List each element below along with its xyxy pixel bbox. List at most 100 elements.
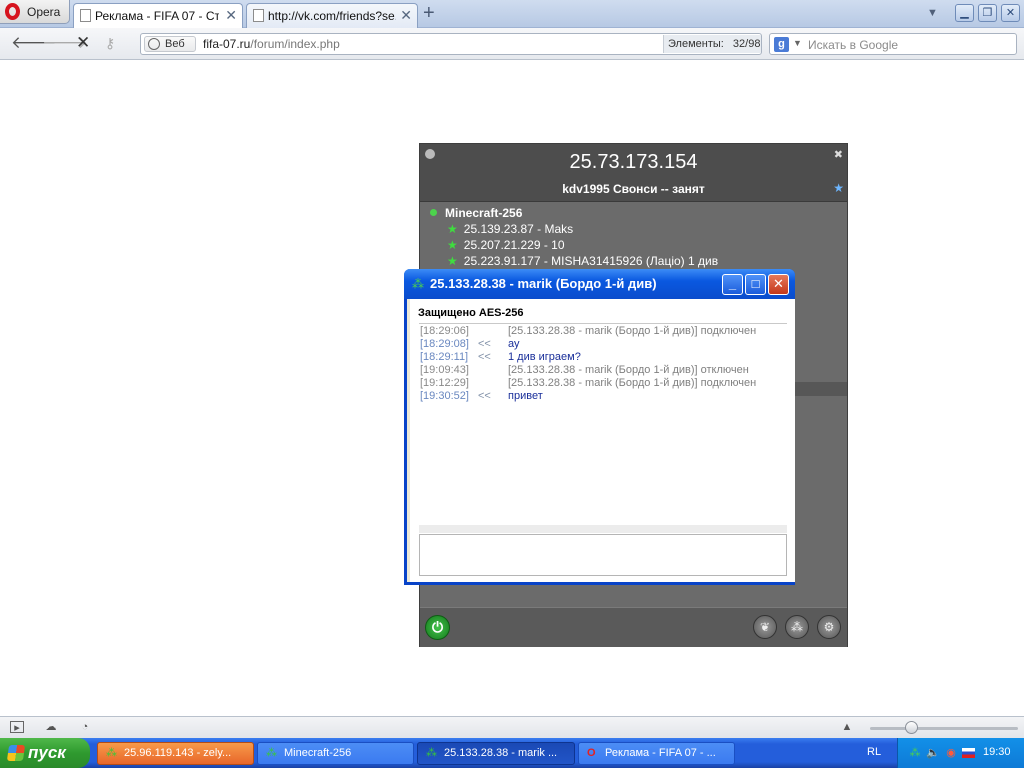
chat-close-button[interactable]: ✕: [768, 274, 789, 295]
russian-flag-icon[interactable]: [962, 748, 975, 758]
member-label: 25.207.21.229 - 10: [463, 238, 565, 252]
tab-vk[interactable]: http://vk.com/friends?se... ✕: [246, 3, 418, 28]
panel-toggle-icon[interactable]: ▸: [10, 721, 24, 734]
chat-maximize-button[interactable]: □: [745, 274, 766, 295]
message-text: 1 див играем?: [508, 351, 581, 363]
opera-logo-icon: [5, 3, 20, 20]
online-star-icon: ★: [447, 222, 458, 236]
url-host: fifa-07.ru: [203, 37, 251, 51]
chat-minimize-button[interactable]: _: [722, 274, 743, 295]
google-icon[interactable]: g: [774, 37, 789, 52]
elements-counter: Элементы: 32/98: [663, 35, 761, 53]
taskbar-item[interactable]: ⁂ Minecraft-256: [257, 742, 414, 765]
online-star-icon: ★: [447, 238, 458, 252]
own-status-line[interactable]: kdv1995 Свонси -- занят: [420, 182, 847, 196]
hamachi-header: ✖ 25.73.173.154 kdv1995 Свонси -- занят …: [420, 144, 847, 202]
network-name: Minecraft-256: [445, 206, 523, 220]
window-minimize-button[interactable]: ▁: [955, 4, 974, 22]
tab-title: Реклама - FIFA 07 - Стр...: [95, 9, 219, 23]
opera-menu-label: Opera: [27, 5, 61, 19]
taskbar-item[interactable]: ⁂ 25.96.119.143 - zely...: [97, 742, 254, 765]
taskbar-item-label: 25.96.119.143 - zely...: [124, 747, 232, 759]
network-member[interactable]: ★ 25.139.23.87 - Maks: [447, 222, 573, 236]
search-box[interactable]: g ▼ Искать в Google: [769, 33, 1017, 55]
taskbar-item[interactable]: ⁂ 25.133.28.38 - marik ...: [417, 742, 575, 765]
scroll-up-arrow-icon[interactable]: ▲: [840, 721, 854, 733]
tab-close-icon[interactable]: ✕: [400, 7, 412, 24]
window-close-button[interactable]: ✕: [1001, 4, 1020, 22]
message-text: [25.133.28.38 - marik (Бордо 1-й див)] п…: [508, 377, 757, 389]
cloud-icon[interactable]: ☁: [44, 721, 58, 733]
message-text: [25.133.28.38 - marik (Бордо 1-й див)] п…: [508, 325, 757, 337]
network-group[interactable]: Minecraft-256: [430, 206, 522, 220]
page-icon: [253, 9, 264, 22]
message-time: [19:12:29]: [420, 377, 469, 389]
page-icon: [80, 9, 91, 22]
url-text[interactable]: fifa-07.ru/forum/index.php: [203, 37, 340, 51]
start-label: пуск: [28, 743, 66, 762]
encryption-label: Защищено AES-256: [418, 307, 524, 319]
tab-fifa[interactable]: Реклама - FIFA 07 - Стр... ✕: [73, 3, 243, 28]
message-log[interactable]: [18:29:06] [25.133.28.38 - marik (Бордо …: [419, 323, 787, 525]
taskbar-item[interactable]: O Реклама - FIFA 07 - ...: [578, 742, 735, 765]
new-tab-plus-icon[interactable]: +: [423, 3, 435, 23]
tab-close-icon[interactable]: ✕: [225, 7, 237, 24]
member-label: 25.223.91.177 - MISHA31415926 (Лацiо) 1 …: [463, 254, 719, 268]
power-button[interactable]: ⏻: [425, 615, 450, 640]
browser-toolbar: 🡐 🡒 ✕ ⚷ Веб fifa-07.ru/forum/index.php Э…: [0, 28, 1024, 60]
start-button[interactable]: пуск: [0, 738, 90, 768]
antivirus-icon[interactable]: ◉: [944, 746, 958, 760]
windows-taskbar: пуск ⁂ 25.96.119.143 - zely... ⁂ Minecra…: [0, 738, 1024, 768]
message-input[interactable]: [419, 534, 787, 576]
hamachi-icon: ⁂: [426, 747, 437, 759]
message-time: [19:09:43]: [420, 364, 469, 376]
opera-icon: O: [587, 747, 596, 759]
network-member[interactable]: ★ 25.223.91.177 - MISHA31415926 (Лацiо) 1…: [447, 254, 718, 268]
member-label: 25.139.23.87 - Maks: [463, 222, 574, 236]
search-engine-chevron-down-icon[interactable]: ▼: [793, 38, 802, 48]
taskbar-item-label: 25.133.28.38 - marik ...: [444, 747, 558, 759]
pin-star-icon[interactable]: ★: [833, 181, 844, 195]
hamachi-peer-icon: ⁂: [412, 277, 424, 291]
speed-dial-gauge-icon[interactable]: ◔: [78, 721, 92, 733]
browser-status-bar: ▸ ☁ ◔ ▲: [0, 716, 1024, 738]
opera-menu-button[interactable]: Opera: [0, 0, 70, 24]
address-bar[interactable]: Веб fifa-07.ru/forum/index.php Элементы:…: [140, 33, 762, 55]
elements-value: 32/98: [732, 38, 761, 50]
key-icon[interactable]: ⚷: [105, 34, 115, 52]
chat-body: Защищено AES-256 [18:29:06] [25.133.28.3…: [410, 299, 795, 582]
message-time: [18:29:11]: [420, 351, 469, 363]
network-icon[interactable]: ⁂: [785, 615, 809, 639]
clock[interactable]: 19:30: [983, 746, 1011, 758]
paw-icon[interactable]: ❦: [753, 615, 777, 639]
language-indicator[interactable]: RL: [867, 746, 881, 758]
hamachi-icon: ⁂: [266, 747, 277, 759]
web-badge[interactable]: Веб: [144, 36, 196, 52]
search-placeholder: Искать в Google: [808, 38, 899, 52]
globe-icon: [148, 38, 160, 50]
network-member[interactable]: ★ 25.207.21.229 - 10: [447, 238, 565, 252]
message-time: [18:29:06]: [420, 325, 469, 337]
system-tray: ⁂ 🔈 ◉ 19:30: [897, 738, 1024, 768]
window-restore-button[interactable]: ❐: [978, 4, 997, 22]
hamachi-tray-icon[interactable]: ⁂: [908, 746, 922, 760]
tab-title: http://vk.com/friends?se...: [268, 9, 396, 23]
chat-title: 25.133.28.38 - marik (Бордо 1-й див): [430, 276, 657, 291]
zoom-slider[interactable]: [870, 727, 1018, 730]
message-direction: <<: [478, 351, 491, 363]
settings-gear-icon[interactable]: ⚙: [817, 615, 841, 639]
chat-title-bar[interactable]: ⁂ 25.133.28.38 - marik (Бордо 1-й див) _…: [404, 269, 795, 299]
zoom-slider-handle[interactable]: [905, 721, 918, 734]
windows-logo-icon: [6, 745, 26, 761]
message-direction: <<: [478, 390, 491, 402]
stop-icon[interactable]: ✕: [76, 34, 90, 52]
web-badge-label: Веб: [165, 38, 185, 50]
message-text: ау: [508, 338, 520, 350]
volume-icon[interactable]: 🔈: [926, 746, 940, 760]
tab-list-chevron-down-icon[interactable]: ▼: [927, 7, 938, 19]
splitter[interactable]: [419, 525, 787, 533]
chat-window: ⁂ 25.133.28.38 - marik (Бордо 1-й див) _…: [404, 269, 795, 585]
online-dot-icon: [430, 209, 437, 216]
message-text: [25.133.28.38 - marik (Бордо 1-й див)] о…: [508, 364, 749, 376]
hamachi-footer: ⏻ ❦ ⁂ ⚙: [420, 607, 847, 647]
